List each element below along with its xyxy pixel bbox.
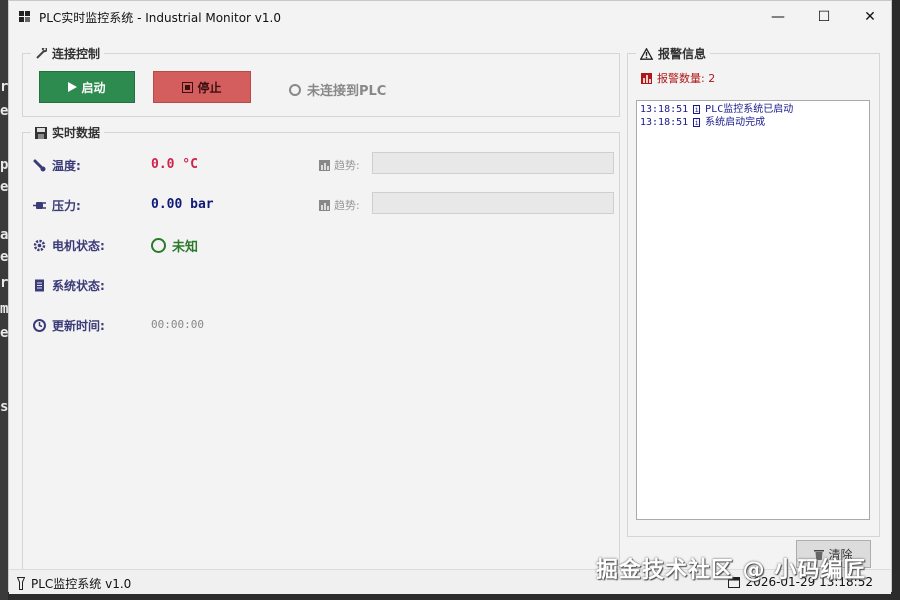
warning-icon [640,47,653,60]
pressure-label: 压力: [33,197,81,214]
thermometer-icon [33,159,46,172]
alarm-group-title: 报警信息 [636,45,711,62]
background-text-char: e [0,104,8,118]
background-text-char: m [0,302,8,316]
motor-status-label: 电机状态: [33,237,105,254]
trend-label-text: 趋势: [334,159,360,172]
log-time: 13:18:51 [640,104,689,115]
temperature-trend-label: 趋势: [319,157,360,173]
update-time-label: 更新时间: [33,317,105,334]
pressure-trend-bar [372,192,614,214]
temperature-label: 温度: [33,157,81,174]
status-circle-icon [289,83,301,96]
close-button[interactable]: ✕ [847,1,893,33]
alarm-count: 报警数量: 2 [641,70,715,86]
background-text-char: e [0,180,8,194]
connection-status: 未连接到PLC [289,80,386,99]
title-bar[interactable]: PLC实时监控系统 - Industrial Monitor v1.0 — ☐ … [9,1,891,33]
connection-group-label: 连接控制 [52,47,101,61]
background-text-char: s [0,400,8,414]
gear-icon [33,239,46,252]
realtime-group-label: 实时数据 [52,126,101,140]
chart-icon [319,159,330,171]
wrench-icon [36,47,47,59]
background-text-char: p [0,158,8,172]
log-entry: 13:18:51 i 系统启动完成 [640,116,866,129]
background-text-char: r [0,80,8,94]
minimize-button[interactable]: — [755,1,801,33]
stop-icon [182,81,194,93]
connection-group-title: 连接控制 [31,45,105,62]
system-status-label: 系统状态: [33,277,105,294]
log-time: 13:18:51 [640,117,689,128]
start-button[interactable]: 启动 [39,71,135,103]
log-text: 系统启动完成 [705,117,766,128]
stop-button-label: 停止 [197,80,222,95]
plug-icon [33,202,46,209]
background-text-char: e [0,326,8,340]
log-entry: 13:18:51 i PLC监控系统已启动 [640,103,866,116]
motor-status-text: 未知 [172,240,199,255]
connection-status-text: 未连接到PLC [307,84,387,99]
info-icon: i [693,118,701,127]
motor-status-value: 未知 [151,236,198,255]
status-app-version: PLC监控系统 v1.0 [31,577,132,591]
app-icon [19,11,31,23]
maximize-button[interactable]: ☐ [801,1,847,33]
background-text-char: e [0,250,8,264]
log-text: PLC监控系统已启动 [705,104,794,115]
alarm-group-label: 报警信息 [658,47,707,61]
chart-icon [319,199,330,211]
system-status-label-text: 系统状态: [52,279,105,293]
document-icon [35,279,44,292]
flashlight-icon [17,577,25,590]
pressure-value: 0.00 bar [151,197,214,212]
update-time-value: 00:00:00 [151,318,204,331]
update-time-label-text: 更新时间: [52,319,105,333]
watermark: 掘金技术社区 @ 小码编匠 [596,558,867,583]
trend-label-text: 趋势: [334,199,360,212]
play-icon [68,82,78,92]
save-icon [35,126,47,139]
motor-status-label-text: 电机状态: [52,239,105,253]
alarm-chart-icon [641,72,652,84]
pressure-label-text: 压力: [52,199,81,213]
realtime-group-title: 实时数据 [31,124,105,141]
temperature-label-text: 温度: [52,159,81,173]
clock-icon [33,319,46,332]
background-text-char: r [0,276,8,290]
pressure-trend-label: 趋势: [319,197,360,213]
alarm-log-list[interactable]: 13:18:51 i PLC监控系统已启动 13:18:51 i 系统启动完成 [636,100,870,520]
info-icon: i [693,105,701,114]
temperature-value: 0.0 °C [151,157,198,172]
background-text-char: a [0,228,8,242]
window-title: PLC实时监控系统 - Industrial Monitor v1.0 [39,11,281,25]
motor-status-circle-icon [151,238,166,253]
alarm-count-text: 报警数量: 2 [657,72,716,85]
stop-button[interactable]: 停止 [153,71,251,103]
app-window: PLC实时监控系统 - Industrial Monitor v1.0 — ☐ … [8,0,892,594]
status-left: PLC监控系统 v1.0 [17,575,131,592]
start-button-label: 启动 [81,80,106,95]
temperature-trend-bar [372,152,614,174]
